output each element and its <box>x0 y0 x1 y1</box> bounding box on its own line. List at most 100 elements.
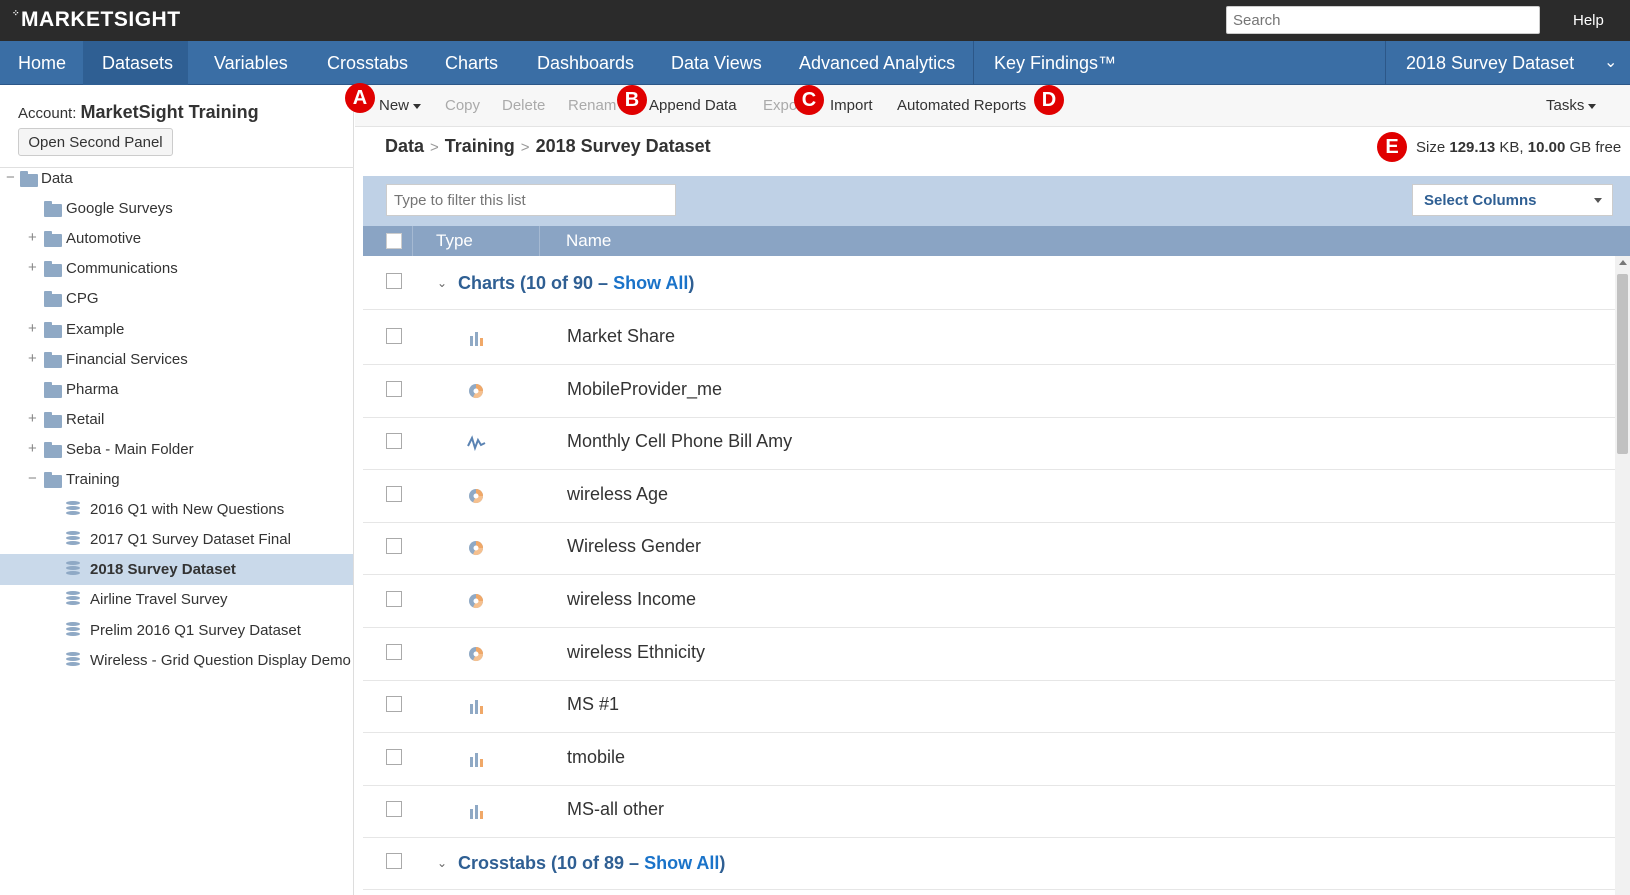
tree-item[interactable]: 2018 Survey Dataset <box>0 554 353 586</box>
import-button[interactable]: Import <box>830 97 873 114</box>
nav-variables[interactable]: Variables <box>188 41 295 85</box>
tree-item[interactable]: CPG <box>0 283 353 314</box>
row-name[interactable]: MS-all other <box>567 799 664 820</box>
delete-button[interactable]: Delete <box>502 97 545 114</box>
group-checkbox[interactable] <box>386 273 402 289</box>
group-title: Charts (10 of 90 – <box>458 273 614 293</box>
row-checkbox[interactable] <box>386 748 402 765</box>
export-button[interactable]: Expo <box>763 97 797 114</box>
open-second-panel-button[interactable]: Open Second Panel <box>18 128 173 156</box>
nav-key-findings[interactable]: Key Findings™ <box>974 41 1116 85</box>
column-header-name[interactable]: Name <box>566 231 611 251</box>
table-row[interactable]: wireless Ethnicity <box>363 626 1615 681</box>
row-checkbox[interactable] <box>386 538 402 555</box>
search-input[interactable] <box>1226 6 1540 34</box>
tree-item[interactable]: + Financial Services <box>0 344 353 375</box>
tree-item[interactable]: + Example <box>0 314 353 345</box>
nav-data-views[interactable]: Data Views <box>658 41 762 85</box>
help-link[interactable]: Help <box>1573 12 1604 29</box>
tasks-menu-button[interactable]: Tasks <box>1546 97 1597 114</box>
row-checkbox[interactable] <box>386 485 402 502</box>
show-all-crosstabs-link[interactable]: Show All <box>644 853 719 873</box>
expand-icon[interactable]: + <box>28 259 40 276</box>
table-row[interactable]: wireless Income <box>363 573 1615 628</box>
nav-crosstabs[interactable]: Crosstabs <box>307 41 408 85</box>
folder-icon <box>44 441 62 458</box>
tree-item[interactable]: + Automotive <box>0 223 353 254</box>
tree-item-label: 2018 Survey Dataset <box>90 561 236 579</box>
row-name[interactable]: MS #1 <box>567 694 619 715</box>
table-row[interactable]: wireless Age <box>363 468 1615 523</box>
row-checkbox[interactable] <box>386 433 402 450</box>
table-row[interactable]: Wireless Gender <box>363 520 1615 576</box>
expand-icon[interactable]: + <box>28 440 40 457</box>
tree-item[interactable]: − Training <box>0 464 353 495</box>
tree-item[interactable]: + Communications <box>0 253 353 284</box>
automated-reports-button[interactable]: Automated Reports <box>897 97 1026 114</box>
dataset-selector[interactable]: 2018 Survey Dataset ⌄ <box>1386 41 1630 85</box>
nav-charts[interactable]: Charts <box>430 41 498 85</box>
tree-item[interactable]: Pharma <box>0 374 353 405</box>
tree-item[interactable]: Prelim 2016 Q1 Survey Dataset <box>0 615 353 646</box>
tree-item-label: Pharma <box>66 380 119 398</box>
marketsight-logo[interactable]: ⁘MARKETSIGHT <box>12 8 181 32</box>
collapse-icon[interactable]: − <box>6 169 18 186</box>
table-row[interactable]: tmobile <box>363 731 1615 786</box>
row-checkbox[interactable] <box>386 643 402 660</box>
copy-button[interactable]: Copy <box>445 97 480 114</box>
show-all-charts-link[interactable]: Show All <box>613 273 688 293</box>
tree-item[interactable]: − Data <box>0 163 353 194</box>
expand-icon[interactable]: + <box>28 350 40 367</box>
bar-chart-icon <box>467 802 485 820</box>
group-row-charts: ⌄ Charts (10 of 90 – Show All) <box>363 256 1615 310</box>
row-name[interactable]: wireless Age <box>567 484 668 505</box>
table-row[interactable]: Market Share <box>363 310 1615 365</box>
select-all-checkbox[interactable] <box>386 233 402 249</box>
select-columns-dropdown[interactable]: Select Columns <box>1412 184 1613 216</box>
expand-icon[interactable]: + <box>28 229 40 246</box>
scrollbar-thumb[interactable] <box>1617 274 1628 454</box>
breadcrumb-data[interactable]: Data <box>385 136 424 156</box>
row-name[interactable]: MobileProvider_me <box>567 379 722 400</box>
filter-input[interactable] <box>386 184 676 216</box>
row-name[interactable]: wireless Ethnicity <box>567 642 705 663</box>
row-checkbox[interactable] <box>386 801 402 818</box>
table-row[interactable]: Monthly Cell Phone Bill Amy <box>363 415 1615 471</box>
nav-advanced-analytics[interactable]: Advanced Analytics <box>784 41 955 85</box>
rename-button[interactable]: Renam <box>568 97 616 114</box>
group-checkbox[interactable] <box>386 853 402 869</box>
collapse-icon[interactable]: − <box>28 470 40 487</box>
append-data-button[interactable]: Append Data <box>649 97 737 114</box>
row-checkbox[interactable] <box>386 328 402 344</box>
expand-icon[interactable]: + <box>28 410 40 427</box>
table-row[interactable]: MobileProvider_me <box>363 363 1615 418</box>
row-name[interactable]: wireless Income <box>567 589 696 610</box>
row-name[interactable]: Wireless Gender <box>567 536 701 557</box>
column-header-type[interactable]: Type <box>436 231 473 251</box>
nav-home[interactable]: Home <box>0 41 83 85</box>
tree-item[interactable]: + Seba - Main Folder <box>0 434 353 465</box>
tree-item[interactable]: 2017 Q1 Survey Dataset Final <box>0 524 353 555</box>
chevron-down-icon[interactable]: ⌄ <box>437 276 447 290</box>
table-row[interactable]: MS #1 <box>363 678 1615 734</box>
tree-item[interactable]: Airline Travel Survey <box>0 584 353 615</box>
breadcrumb-training[interactable]: Training <box>445 136 515 156</box>
row-name[interactable]: Monthly Cell Phone Bill Amy <box>567 431 792 452</box>
table-row[interactable]: MS-all other <box>363 783 1615 839</box>
tree-item[interactable]: + Retail <box>0 404 353 435</box>
row-name[interactable]: tmobile <box>567 747 625 768</box>
new-menu-button[interactable]: New <box>379 97 422 114</box>
folder-icon <box>44 201 62 218</box>
tree-item[interactable]: Google Surveys <box>0 193 353 224</box>
row-checkbox[interactable] <box>386 591 402 607</box>
nav-datasets[interactable]: Datasets <box>83 41 188 85</box>
row-checkbox[interactable] <box>386 696 402 713</box>
scroll-up-arrow-icon[interactable] <box>1619 260 1627 265</box>
tree-item[interactable]: Wireless - Grid Question Display Demo <box>0 645 353 676</box>
expand-icon[interactable]: + <box>28 320 40 337</box>
row-name[interactable]: Market Share <box>567 326 675 347</box>
row-checkbox[interactable] <box>386 380 402 397</box>
nav-dashboards[interactable]: Dashboards <box>523 41 634 85</box>
tree-item[interactable]: 2016 Q1 with New Questions <box>0 494 353 525</box>
chevron-down-icon[interactable]: ⌄ <box>437 856 447 870</box>
